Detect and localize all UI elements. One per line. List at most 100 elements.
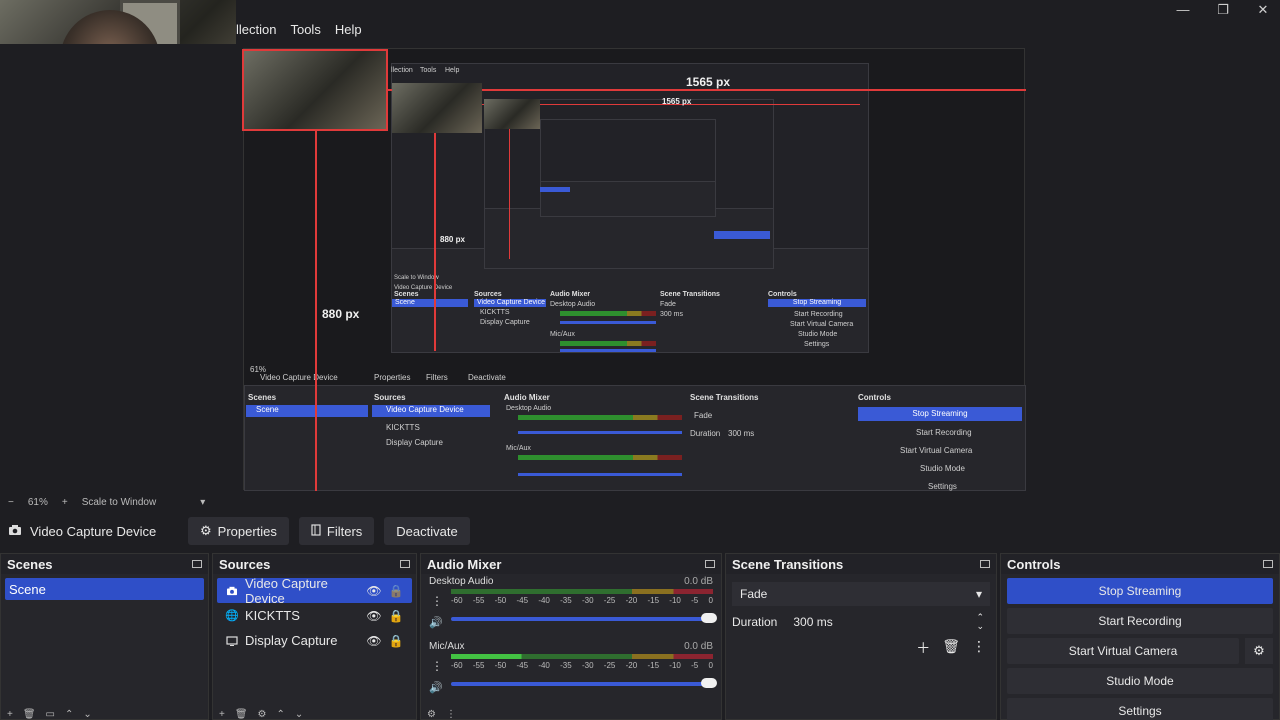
add-icon[interactable]: ＋ bbox=[916, 638, 930, 658]
duration-field[interactable]: 300 ms ⌃ ⌄ bbox=[787, 612, 990, 632]
tick: 0 bbox=[708, 661, 713, 670]
virtual-camera-row: Start Virtual Camera ⚙ bbox=[1007, 638, 1273, 664]
tick: -10 bbox=[669, 596, 681, 605]
source-item-video-capture[interactable]: Video Capture Device 👁 🔒 bbox=[217, 576, 412, 606]
undock-icon[interactable] bbox=[1263, 560, 1273, 568]
lock-icon[interactable]: 🔒 bbox=[388, 584, 404, 598]
more-icon[interactable]: ⋮ bbox=[446, 709, 456, 720]
more-icon[interactable]: ⋮ bbox=[431, 659, 443, 673]
filter-icon[interactable]: ▭ bbox=[46, 709, 55, 720]
tick: -25 bbox=[603, 661, 616, 670]
canvas-desktop-slider bbox=[518, 431, 682, 434]
arrow-down-icon[interactable]: ⌄ bbox=[83, 709, 91, 720]
arrow-up-icon[interactable]: ⌃ bbox=[65, 709, 73, 720]
canvas-desktop-audio: Desktop Audio bbox=[506, 405, 552, 412]
lock-icon[interactable]: 🔒 bbox=[388, 609, 404, 623]
duration-row: Duration 300 ms ⌃ ⌄ bbox=[732, 612, 990, 632]
selected-source-name: Video Capture Device bbox=[30, 523, 157, 539]
canvas-scenes-title: Scenes bbox=[248, 393, 277, 402]
nested-transition-select: Fade bbox=[660, 301, 676, 308]
tick: 0 bbox=[708, 596, 713, 605]
scale-mode-label[interactable]: Scale to Window bbox=[82, 497, 156, 508]
preview-canvas[interactable]: llection Tools Help Scale to Window Vide… bbox=[242, 48, 1026, 491]
zoom-out-button[interactable]: − bbox=[8, 497, 14, 508]
channel-db: 0.0 dB bbox=[684, 641, 713, 652]
tick: -45 bbox=[516, 596, 529, 605]
tick: -45 bbox=[516, 661, 529, 670]
arrow-down-icon[interactable]: ⌄ bbox=[295, 709, 303, 720]
menu-scene-collection[interactable]: llection bbox=[236, 22, 276, 37]
scene-item[interactable]: Scene bbox=[5, 578, 204, 600]
scenes-title: Scenes bbox=[7, 556, 53, 572]
controls-dock-header: Controls bbox=[1001, 554, 1279, 574]
transition-select[interactable]: Fade ▾ bbox=[732, 582, 990, 606]
canvas-mixer-title: Audio Mixer bbox=[504, 393, 550, 402]
undock-icon[interactable] bbox=[705, 560, 715, 568]
nested-desktop-audio: Desktop Audio bbox=[550, 301, 596, 308]
undock-icon[interactable] bbox=[980, 560, 990, 568]
undock-icon[interactable] bbox=[400, 560, 410, 568]
volume-slider[interactable] bbox=[451, 613, 717, 623]
controls-title: Controls bbox=[1007, 556, 1061, 572]
tick: -40 bbox=[538, 661, 550, 670]
eye-icon[interactable]: 👁 bbox=[366, 634, 382, 648]
filters-label: Filters bbox=[326, 523, 363, 539]
more-icon[interactable]: ⋮ bbox=[972, 638, 986, 658]
trash-icon[interactable]: 🗑 bbox=[23, 709, 36, 720]
settings-button[interactable]: Settings bbox=[1007, 698, 1273, 720]
source-item-kicktts[interactable]: 🌐 KICKTTS 👁 🔒 bbox=[217, 603, 412, 628]
source-item-display-capture[interactable]: Display Capture 👁 🔒 bbox=[217, 628, 412, 653]
preview-area[interactable]: llection Tools Help Scale to Window Vide… bbox=[0, 44, 1280, 494]
scale-mode-dropdown-icon[interactable]: ▾ bbox=[200, 497, 205, 508]
meter-level bbox=[451, 589, 713, 594]
speaker-icon[interactable]: 🔊 bbox=[429, 616, 443, 629]
speaker-icon[interactable]: 🔊 bbox=[429, 681, 443, 694]
nested-menu-help: Help bbox=[445, 67, 460, 74]
arrow-up-icon[interactable]: ⌃ bbox=[277, 709, 285, 720]
maximize-icon[interactable]: ❐ bbox=[1214, 2, 1232, 18]
nested-mic-audio: Mic/Aux bbox=[550, 331, 575, 338]
monitor-icon bbox=[225, 635, 239, 647]
add-icon[interactable]: + bbox=[7, 709, 13, 720]
volume-meter: -60 -55 -50 -45 -40 -35 -30 -25 -20 -15 -10 -5 0 bbox=[451, 654, 713, 670]
undock-icon[interactable] bbox=[192, 560, 202, 568]
canvas-scene-item: Scene bbox=[246, 405, 368, 417]
duration-value: 300 ms bbox=[793, 615, 833, 629]
nested-controls-title: Controls bbox=[768, 291, 797, 298]
add-icon[interactable]: + bbox=[219, 709, 225, 720]
menu-help[interactable]: Help bbox=[335, 22, 362, 37]
gear-icon[interactable]: ⚙ bbox=[427, 709, 436, 720]
nested-transitions-title: Scene Transitions bbox=[660, 291, 720, 298]
filter-icon bbox=[311, 523, 321, 539]
eye-icon[interactable]: 👁 bbox=[366, 584, 382, 598]
menu-tools[interactable]: Tools bbox=[290, 22, 320, 37]
start-recording-button[interactable]: Start Recording bbox=[1007, 608, 1273, 634]
filters-button[interactable]: Filters bbox=[298, 517, 375, 545]
trash-icon[interactable]: 🗑 bbox=[942, 638, 960, 658]
deactivate-button[interactable]: Deactivate bbox=[384, 517, 470, 545]
volume-slider-handle[interactable] bbox=[701, 678, 717, 688]
window-controls: — ❐ ✕ bbox=[1174, 2, 1272, 18]
gear-icon[interactable]: ⚙ bbox=[1245, 638, 1273, 664]
minimize-icon[interactable]: — bbox=[1174, 2, 1192, 18]
sources-title: Sources bbox=[219, 556, 271, 572]
properties-button[interactable]: ⚙ Properties bbox=[188, 517, 289, 545]
stepper-icon[interactable]: ⌃ ⌄ bbox=[976, 613, 984, 631]
nested-scenes-title: Scenes bbox=[394, 291, 419, 298]
trash-icon[interactable]: 🗑 bbox=[235, 709, 248, 720]
nested-settings: Settings bbox=[804, 341, 830, 348]
zoom-in-button[interactable]: + bbox=[62, 497, 68, 508]
transition-value: Fade bbox=[740, 587, 768, 601]
eye-icon[interactable]: 👁 bbox=[366, 609, 382, 623]
lock-icon[interactable]: 🔒 bbox=[388, 634, 404, 648]
volume-slider[interactable] bbox=[451, 678, 717, 688]
more-icon[interactable]: ⋮ bbox=[431, 594, 443, 608]
tick: -55 bbox=[472, 661, 485, 670]
canvas-source-item-2: KICKTTS bbox=[386, 423, 420, 432]
stop-streaming-button[interactable]: Stop Streaming bbox=[1007, 578, 1273, 604]
start-virtual-camera-button[interactable]: Start Virtual Camera bbox=[1007, 638, 1239, 664]
volume-slider-handle[interactable] bbox=[701, 613, 717, 623]
gear-icon[interactable]: ⚙ bbox=[258, 709, 267, 720]
close-icon[interactable]: ✕ bbox=[1254, 2, 1272, 18]
studio-mode-button[interactable]: Studio Mode bbox=[1007, 668, 1273, 694]
